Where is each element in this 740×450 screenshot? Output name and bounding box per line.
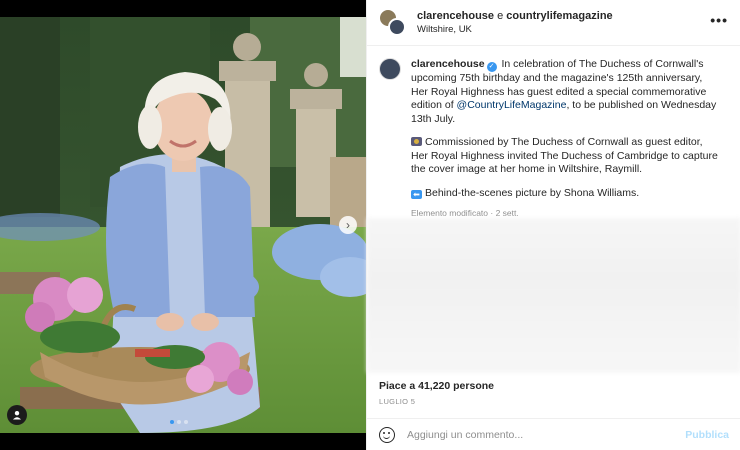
user-icon — [13, 411, 21, 420]
caption: clarencehouse ✓ In celebration of The Duc… — [367, 46, 740, 221]
camera-emoji-icon — [411, 137, 422, 146]
blurred-comments-area — [367, 218, 740, 373]
chevron-right-icon: › — [346, 218, 350, 232]
carousel-indicator — [170, 420, 188, 424]
carousel-dot-2 — [177, 420, 181, 424]
header-usernames: clarencehouse e countrylifemagazine — [417, 10, 613, 22]
carousel-dot-3 — [184, 420, 188, 424]
caption-avatar[interactable] — [379, 58, 401, 80]
post-date: LUGLIO 5 — [379, 397, 416, 406]
post-side-panel: clarencehouse e countrylifemagazine Wilt… — [366, 0, 740, 450]
post-header: clarencehouse e countrylifemagazine Wilt… — [367, 0, 740, 46]
more-horizontal-icon: ••• — [710, 12, 728, 28]
garden-portrait-image — [0, 17, 366, 433]
more-options-button[interactable]: ••• — [710, 12, 728, 28]
header-user2-link[interactable]: countrylifemagazine — [506, 10, 612, 22]
header-conjunction: e — [497, 10, 504, 22]
caption-body: clarencehouse ✓ In celebration of The Duc… — [411, 58, 721, 221]
likes-count[interactable]: Piace a 41,220 persone — [379, 380, 494, 392]
caption-username[interactable]: clarencehouse — [411, 58, 485, 70]
post-image[interactable] — [0, 17, 366, 433]
emoji-icon[interactable] — [379, 426, 395, 443]
comment-input[interactable] — [407, 428, 686, 441]
caption-paragraph-2-text: Commissioned by The Duchess of Cornwall … — [411, 136, 718, 175]
caption-paragraph-2: Commissioned by The Duchess of Cornwall … — [411, 136, 721, 177]
publish-button[interactable]: Pubblica — [685, 429, 729, 441]
header-user1-link[interactable]: clarencehouse — [417, 10, 494, 22]
tagged-users-button[interactable] — [7, 405, 27, 425]
caption-paragraph-3: ⬅ Behind-the-scenes picture by Shona Will… — [411, 187, 721, 201]
avatar-countrylifemagazine — [388, 17, 406, 36]
caption-mention-link[interactable]: @CountryLifeMagazine — [457, 99, 567, 111]
carousel-dot-1 — [170, 420, 174, 424]
caption-paragraph-3-text: Behind-the-scenes picture by Shona Willi… — [425, 186, 640, 199]
post-photo-container: › — [0, 0, 366, 450]
verified-badge-icon: ✓ — [486, 62, 497, 72]
next-photo-button[interactable]: › — [339, 216, 357, 234]
left-arrow-emoji-icon: ⬅ — [411, 189, 422, 199]
collab-avatars[interactable] — [379, 8, 407, 37]
location-link[interactable]: Wiltshire, UK — [417, 24, 613, 35]
comment-bar: Pubblica — [367, 418, 740, 450]
